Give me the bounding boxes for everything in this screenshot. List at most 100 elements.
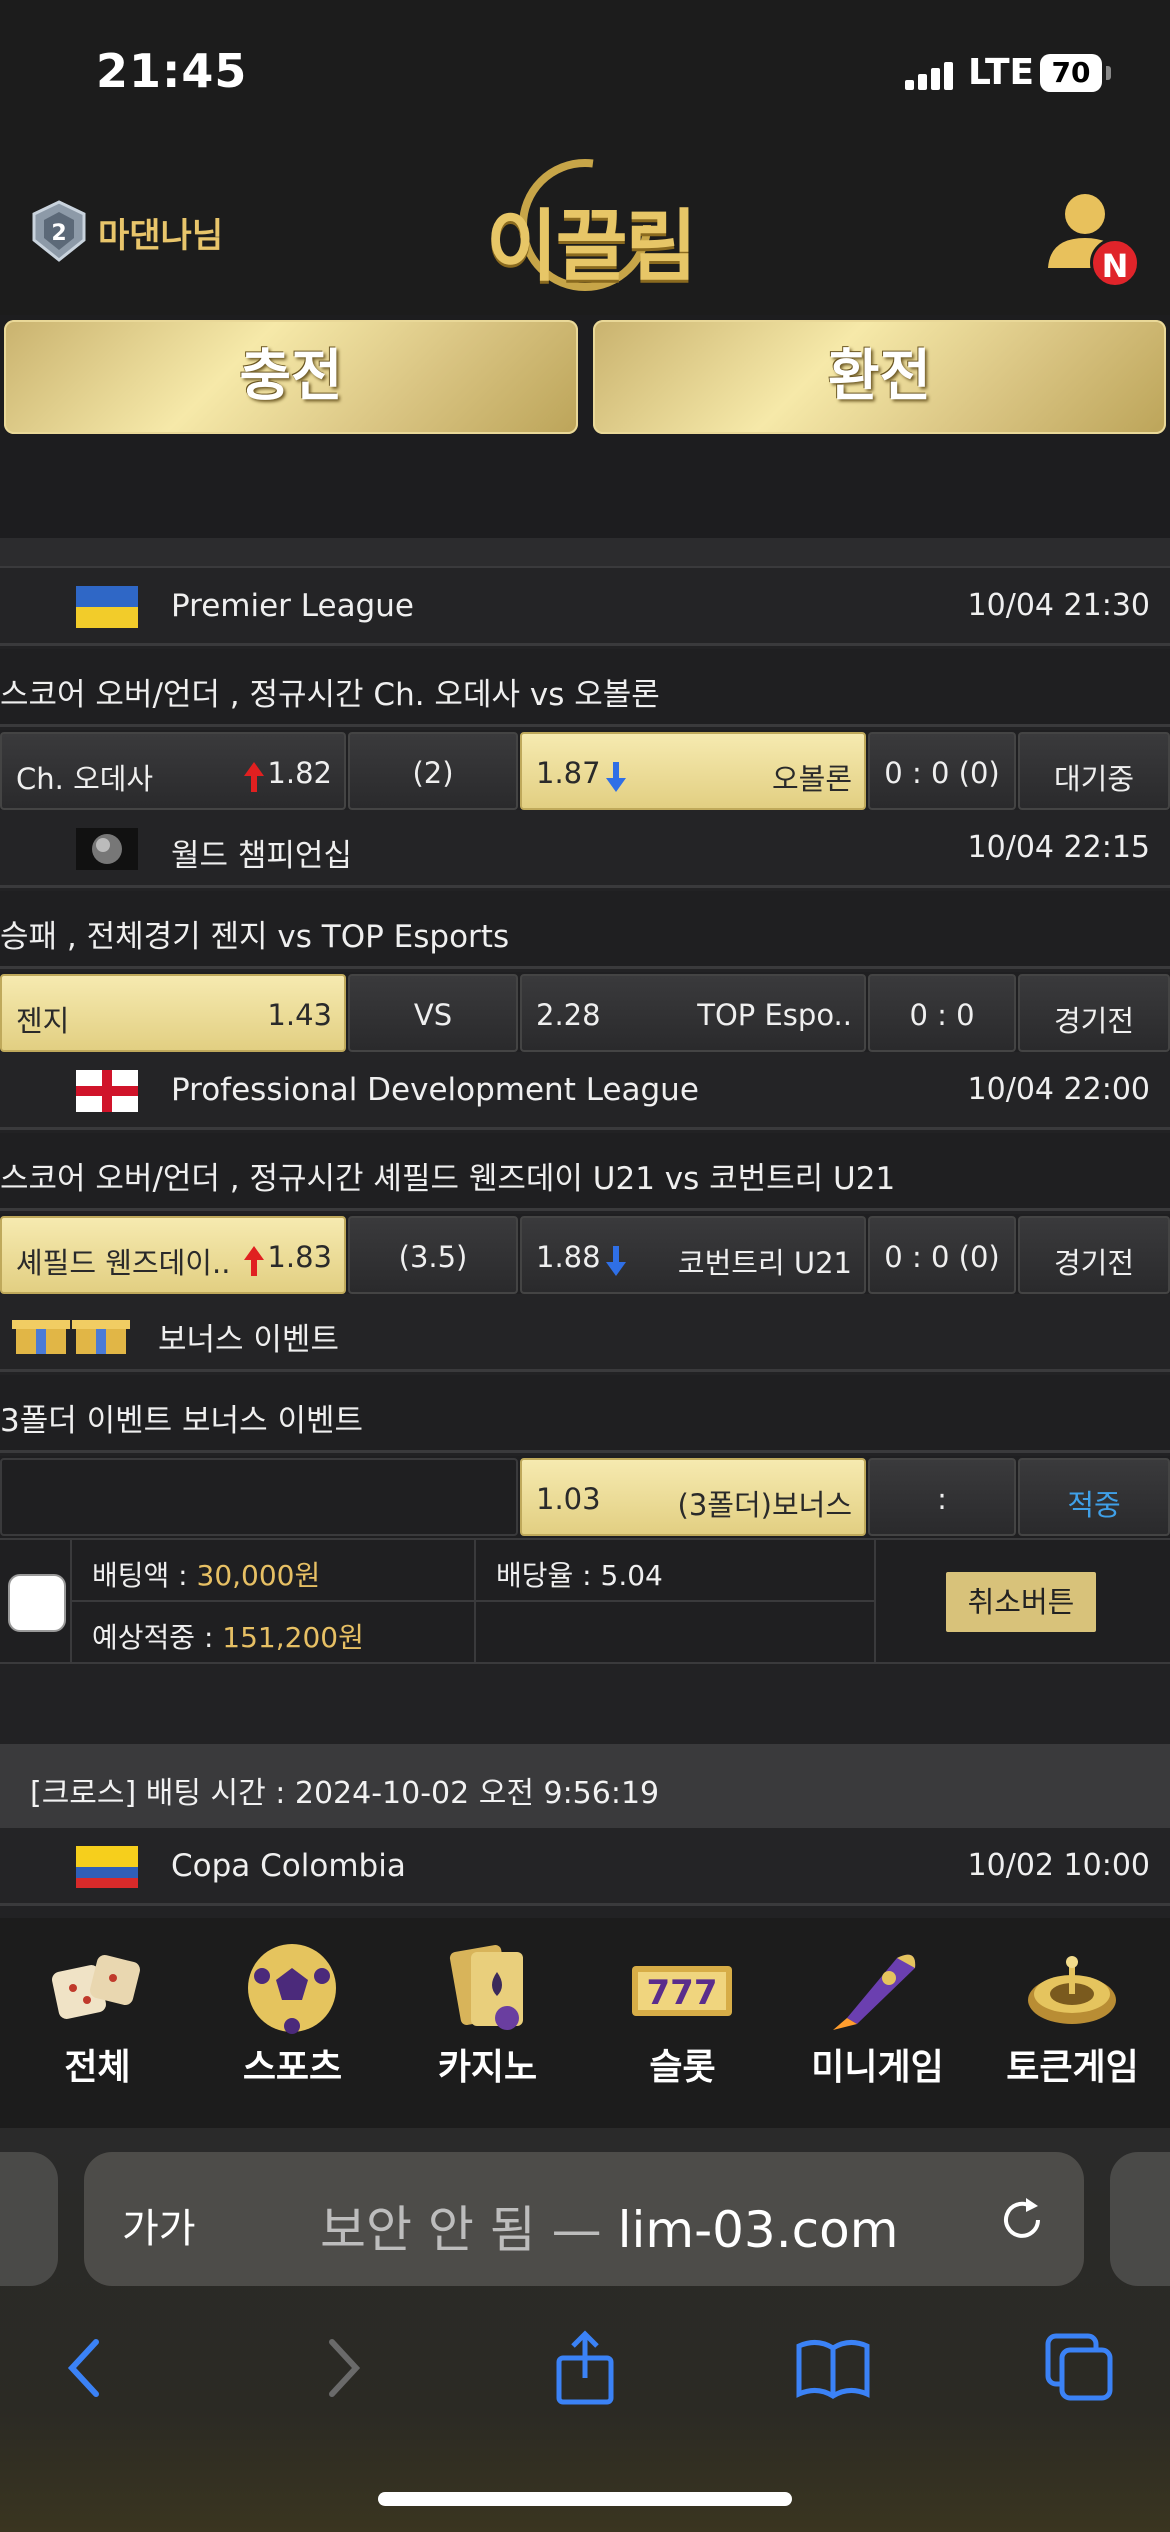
bet-select-checkbox[interactable] [8,1574,66,1632]
globe-icon [76,828,138,870]
league-row: Professional Development League 10/04 22… [0,1052,1170,1130]
previous-tab-peek[interactable] [0,2152,58,2286]
site-header: 2 마댄나님 이끌림 N [0,140,1170,315]
score-cell: : [868,1458,1016,1536]
bookmarks-icon[interactable] [793,2328,873,2408]
score-cell: 0 : 0 [868,974,1016,1052]
match-date: 10/04 21:30 [967,588,1150,623]
cross-bet-header: [크로스] 배팅 시간 : 2024-10-02 오전 9:56:19 [0,1744,1170,1828]
away-odds: 2.28 [536,998,601,1032]
nav-minigame[interactable]: 미니게임 [780,1918,975,2128]
clock: 21:45 [96,44,248,98]
battery-icon: 70 [1040,54,1102,92]
ukraine-flag-icon [76,586,138,628]
nav-label: 전체 [64,2047,131,2088]
nav-token-game[interactable]: 토큰게임 [975,1918,1170,2128]
score-value: 0 : 0 (0) [884,1240,1000,1274]
forward-icon[interactable] [300,2328,380,2408]
nav-slot[interactable]: 777 슬롯 [585,1918,780,2128]
odds-row: 젠지 1.43 VS 2.28 TOP Espo.. 0 : 0 경기전 [0,972,1170,1054]
nav-all[interactable]: 전체 [0,1918,195,2128]
status-value: 적중 [1067,1488,1121,1522]
home-odds-button[interactable]: Ch. 오데사 1.82 [0,732,346,810]
expected-win-cell: 예상적중 : 151,200원 [70,1602,474,1664]
bonus-label: (3폴더)보너스 [677,1488,852,1522]
expected-amount: 151,200원 [222,1621,364,1654]
nav-label: 미니게임 [811,2047,944,2088]
england-flag-icon [76,1070,138,1112]
browser-toolbar: 가가 보안 안 됨 — lim-03.com [0,2128,1170,2532]
home-odds-button[interactable]: 젠지 1.43 [0,974,346,1052]
odds-rate-cell: 배당율 : 5.04 [474,1540,874,1602]
cancel-button[interactable]: 취소버튼 [946,1572,1096,1632]
handicap-value: (3.5) [398,1240,468,1274]
away-odds-button[interactable]: 2.28 TOP Espo.. [520,974,866,1052]
status-value: 경기전 [1053,1004,1135,1038]
tabs-icon[interactable] [1040,2328,1120,2408]
away-odds-button[interactable]: 1.87 오볼론 [520,732,866,810]
away-odds-button[interactable]: 1.88 코번트리 U21 [520,1216,866,1294]
status-value: 대기중 [1053,762,1135,796]
home-odds: 1.83 [267,1240,332,1274]
notification-badge[interactable]: N [1090,238,1140,288]
away-team: TOP Espo.. [697,998,852,1032]
odds-down-arrow-icon [606,762,626,792]
text-size-button[interactable]: 가가 [122,2196,196,2254]
match-date: 10/04 22:00 [967,1072,1150,1107]
share-icon[interactable] [545,2328,625,2408]
exchange-button[interactable]: 환전 [593,320,1166,434]
bet-history-list: Premier League 10/04 21:30 스코어 오버/언더 , 정… [0,538,1170,1918]
address-bar[interactable]: 가가 보안 안 됨 — lim-03.com [84,2152,1084,2286]
expected-label: 예상적중 : [92,1621,223,1654]
game-category-nav: 전체 스포츠 카지노 777 슬롯 미니게임 토큰게임 [0,1918,1170,2128]
nav-sports[interactable]: 스포츠 [195,1918,390,2128]
bet-amount: 30,000원 [196,1559,321,1592]
status-cell: 대기중 [1018,732,1170,810]
security-warning: 보안 안 됨 — [320,2201,618,2259]
empty-cell [0,1458,518,1536]
battery-nub [1106,66,1111,80]
away-odds: 1.88 [536,1240,601,1274]
user-name[interactable]: 마댄나님 [98,208,223,257]
league-row: Copa Colombia 10/02 10:00 [0,1828,1170,1906]
odds-row: 1.03 (3폴더)보너스 : 적중 [0,1456,1170,1538]
back-icon[interactable] [48,2328,128,2408]
handicap-value: VS [413,998,453,1032]
nav-label: 스포츠 [242,2047,343,2088]
home-odds: 1.82 [267,756,332,790]
next-tab-peek[interactable] [1110,2152,1170,2286]
site-logo[interactable]: 이끌림 [486,184,697,296]
bonus-description: 3폴더 이벤트 보너스 이벤트 [0,1403,364,1439]
rocket-icon [833,1954,916,2030]
league-name: Professional Development League [171,1072,699,1108]
nav-label: 토큰게임 [1006,2047,1139,2088]
bet-summary: 배팅액 : 30,000원 배당율 : 5.04 예상적중 : 151,200원… [0,1538,1170,1664]
home-odds-button[interactable]: 셰필드 웬즈데이.. 1.83 [0,1216,346,1294]
colombia-flag-icon [76,1846,138,1888]
nav-label: 슬롯 [649,2047,716,2088]
match-description-row: 승패 , 전체경기 젠지 vs TOP Esports [0,891,1170,969]
soccer-ball-icon [248,1944,336,2034]
score-cell: 0 : 0 (0) [868,732,1016,810]
match-description: 승패 , 전체경기 젠지 vs TOP Esports [0,919,510,955]
cards-icon [449,1944,523,2030]
away-odds: 1.87 [536,756,601,790]
reload-icon[interactable] [994,2192,1050,2248]
bet-amount-cell: 배팅액 : 30,000원 [70,1540,474,1602]
match-description-row: 스코어 오버/언더 , 정규시간 Ch. 오데사 vs 오볼론 [0,649,1170,727]
home-team: 셰필드 웬즈데이.. [16,1246,231,1280]
league-name: 월드 챔피언십 [171,838,352,874]
bonus-odds-button[interactable]: 1.03 (3폴더)보너스 [520,1458,866,1536]
odds-up-arrow-icon [244,762,264,792]
empty-cell [474,1602,874,1664]
odds-up-arrow-icon [244,1246,264,1276]
bet-amount-label: 배팅액 : [92,1559,197,1592]
match-description-row: 스코어 오버/언더 , 정규시간 셰필드 웬즈데이 U21 vs 코번트리 U2… [0,1133,1170,1211]
home-indicator[interactable] [378,2492,792,2506]
handicap-cell: VS [348,974,518,1052]
charge-button[interactable]: 충전 [4,320,578,434]
nav-casino[interactable]: 카지노 [390,1918,585,2128]
status-value: 경기전 [1053,1246,1135,1280]
odds-rate: 배당율 : 5.04 [496,1559,663,1592]
league-name: Premier League [171,588,414,624]
